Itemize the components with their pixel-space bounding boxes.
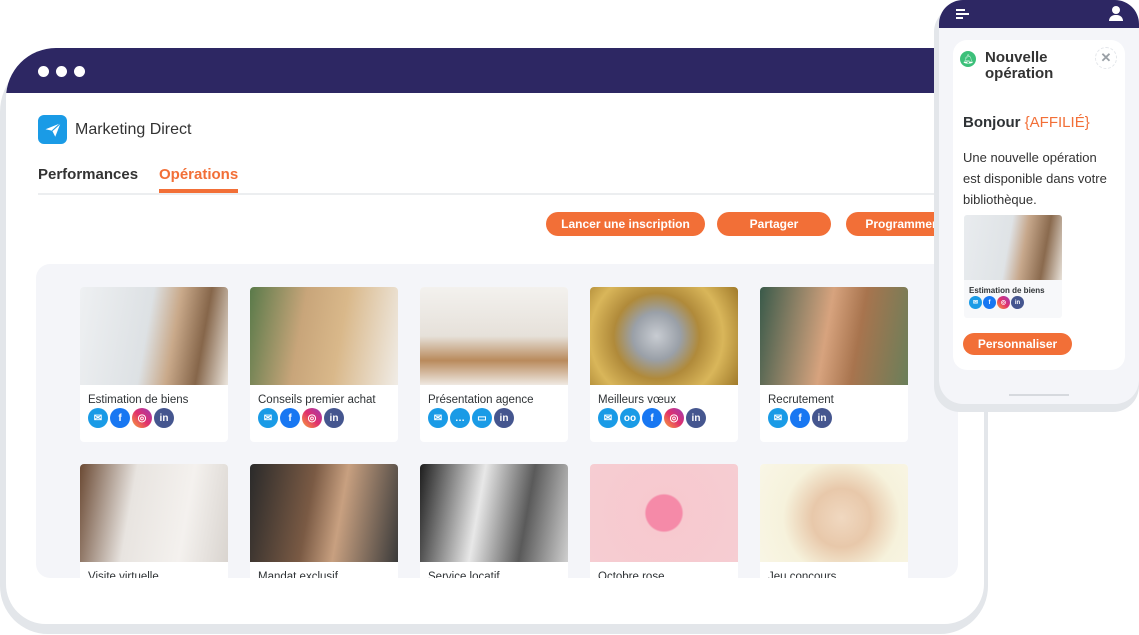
app-brand: Marketing Direct <box>38 115 191 144</box>
linkedin-icon: in <box>686 408 706 428</box>
operation-card[interactable]: Estimation de biens ✉ f ◎ in <box>80 287 228 442</box>
notification-message: Une nouvelle opération est disponible da… <box>963 150 1107 207</box>
paper-plane-icon <box>38 115 67 144</box>
operation-title: Visite virtuelle <box>88 571 159 578</box>
operation-image <box>250 464 398 562</box>
linkedin-icon: in <box>812 408 832 428</box>
email-icon: ✉ <box>598 408 618 428</box>
operation-card[interactable]: Mandat exclusif <box>250 464 398 578</box>
user-icon[interactable] <box>1109 6 1123 21</box>
operation-card[interactable]: Recrutement ✉ f in <box>760 287 908 442</box>
facebook-icon: f <box>983 296 996 309</box>
email-icon: ✉ <box>258 408 278 428</box>
voicemail-icon: oo <box>620 408 640 428</box>
operation-image <box>420 464 568 562</box>
channel-icons: ✉ f ◎ in <box>258 408 398 428</box>
preview-card[interactable]: Estimation de biens ✉ f ◎ in <box>964 215 1062 318</box>
operation-card[interactable]: Visite virtuelle <box>80 464 228 578</box>
operation-title: Estimation de biens <box>88 394 189 406</box>
operation-image <box>80 287 228 385</box>
operation-image <box>420 287 568 385</box>
operation-card[interactable]: Meilleurs vœux ✉ oo f ◎ in <box>590 287 738 442</box>
operation-title: Meilleurs vœux <box>598 394 676 406</box>
operation-title: Jeu concours <box>768 571 837 578</box>
notification-title: Nouvelle opération <box>985 49 1054 82</box>
preview-channel-icons: ✉ f ◎ in <box>969 296 1062 309</box>
preview-image <box>964 215 1062 280</box>
operation-image <box>590 287 738 385</box>
operation-title: Présentation agence <box>428 394 534 406</box>
operation-image <box>760 464 908 562</box>
email-icon: ✉ <box>768 408 788 428</box>
window-dot <box>38 66 49 77</box>
channel-icons: ✉ oo f ◎ in <box>598 408 738 428</box>
preview-title: Estimation de biens <box>969 286 1045 295</box>
instagram-icon: ◎ <box>664 408 684 428</box>
facebook-icon: f <box>790 408 810 428</box>
operation-card[interactable]: Service locatif <box>420 464 568 578</box>
tab-bar: Performances Opérations <box>38 166 958 195</box>
tab-operations[interactable]: Opérations <box>159 166 239 193</box>
tab-performances[interactable]: Performances <box>38 166 138 183</box>
window-dot <box>56 66 67 77</box>
window-dot <box>74 66 85 77</box>
home-indicator <box>1009 394 1069 396</box>
operation-image <box>80 464 228 562</box>
facebook-icon: f <box>280 408 300 428</box>
linkedin-icon: in <box>324 408 344 428</box>
operation-card[interactable]: Jeu concours <box>760 464 908 578</box>
sms-icon: … <box>450 408 470 428</box>
operation-title: Conseils premier achat <box>258 394 376 406</box>
operation-image <box>250 287 398 385</box>
channel-icons: ✉ f ◎ in <box>88 408 228 428</box>
web-icon: ▭ <box>472 408 492 428</box>
notification-card: 🔔︎ Nouvelle opération ✕ Bonjour {AFFILIÉ}… <box>953 40 1125 370</box>
greeting: Bonjour {AFFILIÉ} <box>963 114 1090 131</box>
app-window: Marketing Direct Performances Opérations… <box>6 48 984 624</box>
operation-title: Recrutement <box>768 394 834 406</box>
operation-card[interactable]: Conseils premier achat ✉ f ◎ in <box>250 287 398 442</box>
launch-registration-button[interactable]: Lancer une inscription <box>546 212 705 236</box>
facebook-icon: f <box>642 408 662 428</box>
instagram-icon: ◎ <box>302 408 322 428</box>
operations-grid: Estimation de biens ✉ f ◎ in Conseils premier… <box>36 264 958 578</box>
facebook-icon: f <box>110 408 130 428</box>
mobile-preview: 🔔︎ Nouvelle opération ✕ Bonjour {AFFILIÉ}… <box>939 0 1139 404</box>
channel-icons: ✉ f in <box>768 408 908 428</box>
menu-icon[interactable] <box>956 9 969 19</box>
linkedin-icon: in <box>154 408 174 428</box>
email-icon: ✉ <box>428 408 448 428</box>
instagram-icon: ◎ <box>997 296 1010 309</box>
operation-image <box>590 464 738 562</box>
email-icon: ✉ <box>969 296 982 309</box>
email-icon: ✉ <box>88 408 108 428</box>
phone-header <box>939 0 1139 28</box>
bell-icon: 🔔︎ <box>960 51 976 67</box>
operation-card[interactable]: Présentation agence ✉… ▭ in <box>420 287 568 442</box>
app-title: Marketing Direct <box>75 120 192 138</box>
window-titlebar <box>6 48 984 93</box>
instagram-icon: ◎ <box>132 408 152 428</box>
channel-icons: ✉… ▭ in <box>428 408 568 428</box>
operation-title: Mandat exclusif <box>258 571 338 578</box>
operation-title: Service locatif <box>428 571 500 578</box>
operation-card[interactable]: Octobre rose <box>590 464 738 578</box>
share-button[interactable]: Partager <box>717 212 831 236</box>
operation-image <box>760 287 908 385</box>
linkedin-icon: in <box>1011 296 1024 309</box>
linkedin-icon: in <box>494 408 514 428</box>
customize-button[interactable]: Personnaliser <box>963 333 1072 355</box>
close-icon[interactable]: ✕ <box>1095 47 1117 69</box>
operation-title: Octobre rose <box>598 571 665 578</box>
